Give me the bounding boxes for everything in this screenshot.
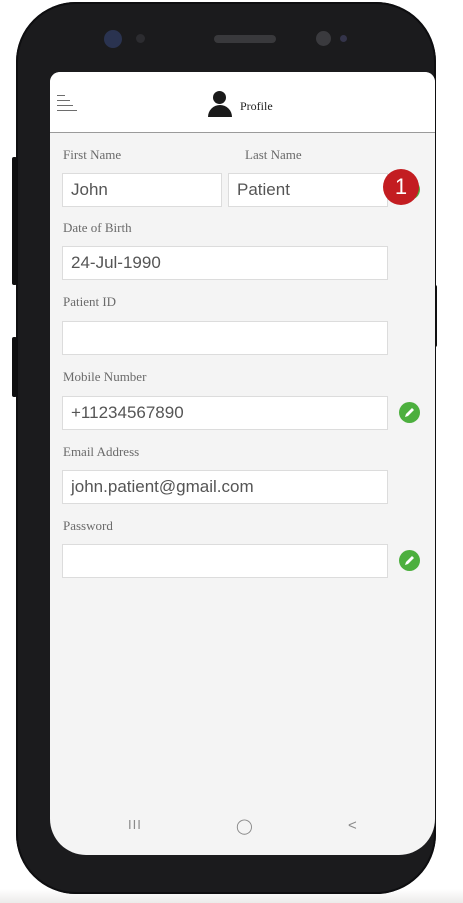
dob-field[interactable]: 24-Jul-1990 — [62, 246, 388, 280]
phone-frame: Profile First Name Last Name John Patien… — [12, 2, 437, 894]
last-name-field[interactable]: Patient — [228, 173, 388, 207]
back-button[interactable]: < — [348, 817, 357, 834]
email-label: Email Address — [63, 444, 140, 459]
page-title: Profile — [240, 98, 273, 113]
phone-screen: Profile First Name Last Name John Patien… — [50, 72, 435, 855]
phone-side-button-left-1 — [12, 157, 17, 285]
iris-scanner — [316, 31, 331, 46]
patient-id-label: Patient ID — [63, 294, 117, 309]
system-nav-bar: III ◯ < — [50, 795, 435, 855]
phone-top-bar — [16, 2, 436, 72]
first-name-label: First Name — [63, 147, 122, 162]
pencil-icon — [405, 556, 414, 565]
annotation-badge: 1 — [383, 169, 419, 205]
edit-mobile-button[interactable] — [399, 402, 420, 423]
home-button[interactable]: ◯ — [236, 817, 253, 835]
proximity-sensor — [340, 35, 347, 42]
edit-password-button[interactable] — [399, 550, 420, 571]
mobile-field[interactable]: +11234567890 — [62, 396, 388, 430]
app-header: Profile — [50, 72, 435, 133]
first-name-field[interactable]: John — [62, 173, 222, 207]
password-label: Password — [63, 518, 113, 533]
recent-apps-button[interactable]: III — [128, 817, 142, 832]
menu-icon[interactable] — [57, 95, 77, 113]
user-icon — [206, 91, 234, 117]
password-field[interactable] — [62, 544, 388, 578]
phone-side-button-left-2 — [12, 337, 17, 397]
profile-heading: Profile — [206, 90, 273, 118]
mobile-label: Mobile Number — [63, 369, 147, 384]
earpiece-speaker — [214, 35, 276, 43]
sensor — [136, 34, 145, 43]
front-camera — [104, 30, 122, 48]
pencil-icon — [405, 408, 414, 417]
patient-id-field[interactable] — [62, 321, 388, 355]
dob-label: Date of Birth — [63, 220, 132, 235]
email-field[interactable]: john.patient@gmail.com — [62, 470, 388, 504]
last-name-label: Last Name — [245, 147, 302, 162]
